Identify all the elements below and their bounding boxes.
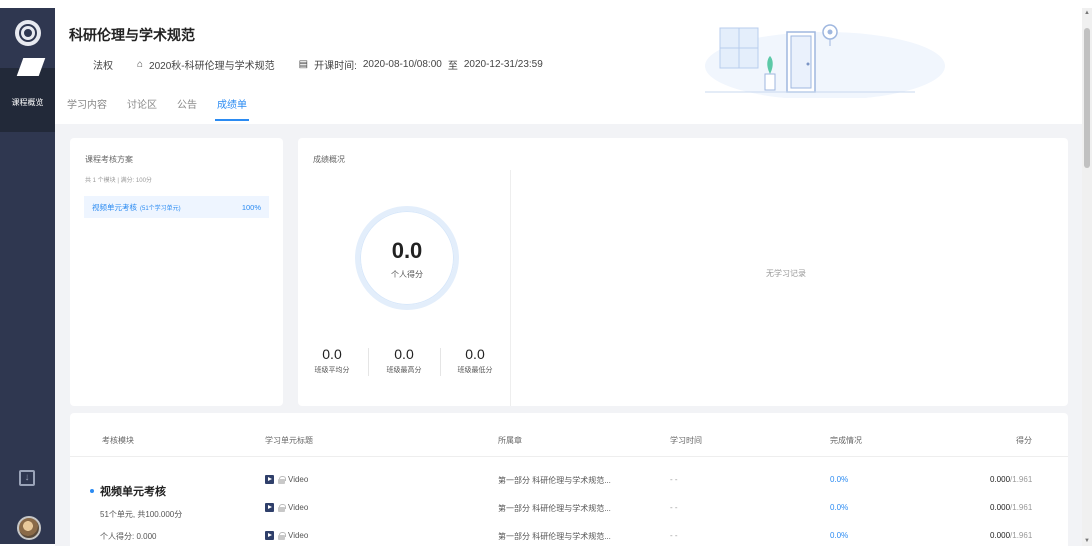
scroll-down-icon[interactable]: ▼	[1082, 536, 1092, 546]
time-start: 2020-08-10/08:00	[362, 59, 442, 70]
page-scrollbar[interactable]: ▲ ▼	[1082, 8, 1092, 546]
stat-divider	[368, 348, 369, 376]
plan-item-percent: 100%	[241, 202, 261, 212]
header-study-time: 学习时间	[670, 436, 702, 445]
header-chapter: 所属章	[498, 436, 522, 445]
lock-icon	[278, 475, 286, 484]
unit-score-total: /1.961	[1010, 531, 1033, 540]
unit-chapter: 第一部分 科研伦理与学术规范...	[498, 476, 611, 485]
left-rail: 课程概览 ↓	[0, 8, 55, 544]
assessment-plan-summary: 共 1 个模块 | 满分: 100分	[85, 178, 152, 184]
score-overview-card: 成绩概况 0.0 个人得分 0.0 班级平均分 0.0 班级最高分 0.0 班级…	[298, 138, 1068, 406]
avatar[interactable]	[17, 516, 41, 540]
personal-score-label: 个人得分	[391, 270, 423, 279]
course-tabs: 学习内容 讨论区 公告 成绩单	[67, 96, 249, 121]
lock-icon	[278, 503, 286, 512]
unit-score-total: /1.961	[1010, 475, 1033, 484]
transcript-table: 考核模块 学习单元标题 所属章 学习时间 完成情况 得分 视频单元考核 51个单…	[70, 413, 1068, 546]
time-sep: 至	[447, 61, 458, 72]
class-lowest-value: 0.0	[465, 346, 485, 362]
class-highest-value: 0.0	[394, 346, 414, 362]
main-area: 科研伦理与学术规范 法权 ⌂ 2020秋-科研伦理与学术规范 ▤ 开课时间: 2…	[55, 8, 1082, 546]
tab-transcript[interactable]: 成绩单	[215, 96, 249, 121]
home-icon: ⌂	[137, 59, 144, 70]
unit-chapter: 第一部分 科研伦理与学术规范...	[498, 504, 611, 513]
course-header: 科研伦理与学术规范 法权 ⌂ 2020秋-科研伦理与学术规范 ▤ 开课时间: 2…	[55, 8, 1082, 124]
assessment-plan-card: 课程考核方案 共 1 个模块 | 满分: 100分 视频单元考核 (51个学习单…	[70, 138, 283, 406]
assessment-plan-title: 课程考核方案	[85, 155, 133, 164]
course-title: 科研伦理与学术规范	[69, 27, 195, 43]
stat-divider	[440, 348, 441, 376]
video-icon	[265, 531, 274, 541]
tab-announcements[interactable]: 公告	[177, 96, 197, 121]
class-lowest-label: 班级最低分	[457, 367, 493, 374]
class-average-label: 班级平均分	[314, 367, 350, 374]
unit-title[interactable]: Video	[288, 503, 308, 512]
header-illustration	[705, 24, 945, 98]
header-completion: 完成情况	[830, 436, 862, 445]
class-name: 2020秋-科研伦理与学术规范	[149, 61, 275, 72]
class-highest-label: 班级最高分	[386, 367, 422, 374]
class-average-stat: 0.0 班级平均分	[302, 346, 362, 375]
assessment-plan-item[interactable]: 视频单元考核 (51个学习单元) 100%	[84, 196, 269, 218]
unit-completion: 0.0%	[830, 475, 849, 484]
school-logo-icon[interactable]	[15, 20, 41, 46]
header-unit-title: 学习单元标题	[265, 436, 313, 445]
empty-record-text: 无学习记录	[766, 269, 806, 278]
download-icon[interactable]: ↓	[19, 470, 35, 486]
score-overview-title: 成绩概况	[313, 155, 345, 164]
table-row[interactable]: Video 第一部分 科研伦理与学术规范... - - 0.0% 0.000/1…	[70, 503, 1068, 517]
header-module: 考核模块	[102, 436, 134, 445]
table-row[interactable]: Video 第一部分 科研伦理与学术规范... - - 0.0% 0.000/1…	[70, 475, 1068, 489]
personal-score-ring: 0.0 个人得分	[355, 206, 459, 310]
header-score: 得分	[1016, 436, 1032, 445]
time-end: 2020-12-31/23:59	[463, 59, 543, 70]
unit-study-time: - -	[670, 531, 678, 540]
personal-score-value: 0.0	[391, 238, 423, 263]
scroll-thumb[interactable]	[1084, 28, 1090, 168]
header-divider	[70, 456, 1068, 457]
course-meta: 法权 ⌂ 2020秋-科研伦理与学术规范 ▤ 开课时间: 2020-08-10/…	[93, 57, 543, 72]
unit-chapter: 第一部分 科研伦理与学术规范...	[498, 532, 611, 541]
class-lowest-stat: 0.0 班级最低分	[445, 346, 505, 375]
unit-completion: 0.0%	[830, 531, 849, 540]
tab-learning-content[interactable]: 学习内容	[67, 96, 107, 121]
tab-discussion[interactable]: 讨论区	[127, 96, 157, 121]
unit-study-time: - -	[670, 475, 678, 484]
plan-item-detail: (51个学习单元)	[140, 205, 181, 212]
unit-score: 0.000	[990, 531, 1011, 540]
unit-score-total: /1.961	[1010, 503, 1033, 512]
calendar-icon: ▤	[298, 59, 309, 70]
video-icon	[265, 475, 274, 485]
scroll-up-icon[interactable]: ▲	[1082, 8, 1092, 18]
app-frame: 课程概览 ↓ 科研伦理与学术规范 法权 ⌂ 2020秋-科研伦理与学术规范 ▤ …	[0, 0, 1092, 546]
class-highest-stat: 0.0 班级最高分	[374, 346, 434, 375]
rail-item-course-overview-label: 课程概览	[11, 98, 44, 107]
module-bullet	[90, 489, 94, 493]
teacher-name: 法权	[93, 61, 113, 72]
unit-title[interactable]: Video	[288, 475, 308, 484]
unit-study-time: - -	[670, 503, 678, 512]
class-average-value: 0.0	[322, 346, 342, 362]
table-row[interactable]: Video 第一部分 科研伦理与学术规范... - - 0.0% 0.000/1…	[70, 531, 1068, 545]
overview-divider	[510, 170, 511, 406]
unit-score: 0.000	[990, 475, 1011, 484]
video-icon	[265, 503, 274, 513]
time-label: 开课时间:	[314, 61, 357, 72]
unit-title[interactable]: Video	[288, 531, 308, 540]
unit-completion: 0.0%	[830, 503, 849, 512]
unit-score: 0.000	[990, 503, 1011, 512]
lock-icon	[278, 531, 286, 540]
plan-item-name: 视频单元考核	[92, 202, 137, 212]
